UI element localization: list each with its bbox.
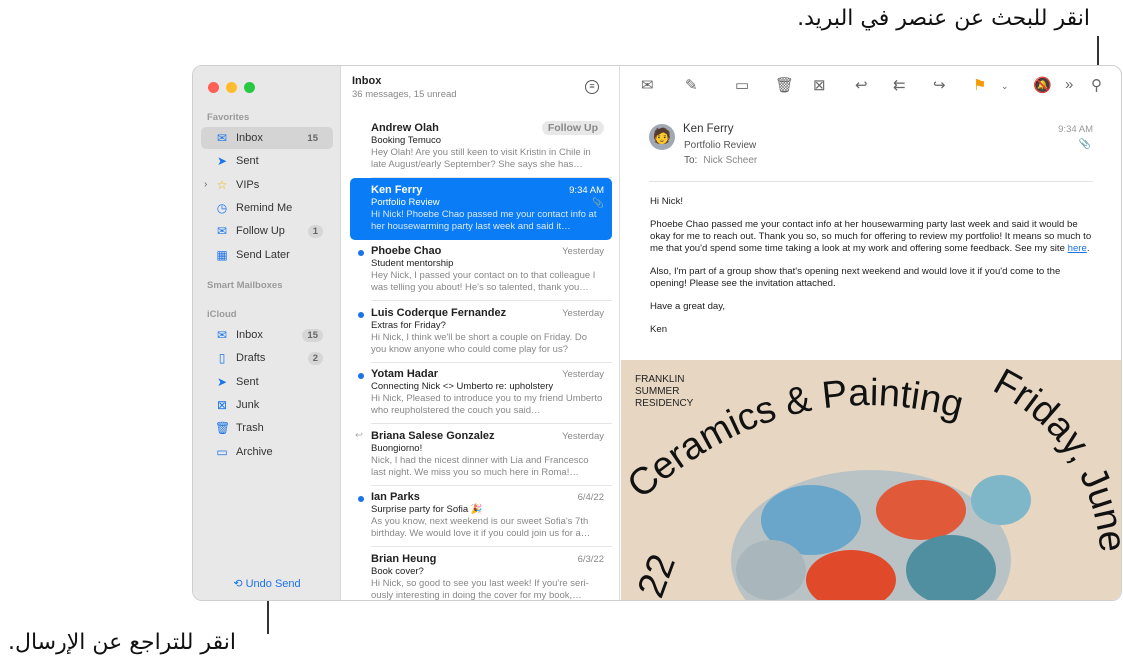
filter-icon[interactable]: ≡ bbox=[585, 80, 599, 94]
sidebar-item-sent[interactable]: ➤ Sent bbox=[201, 371, 333, 393]
mailbox-title: Inbox bbox=[352, 75, 382, 87]
flag-icon[interactable]: ⚑ bbox=[973, 76, 986, 94]
message-detail: ✉ ✎ ▭ 🗑 ⊠ ↩ ⇇ ↪ ⚑ ⌄ 🔕 » ⚲ 🧑 Ken Ferry Po… bbox=[621, 66, 1121, 600]
poster-number: 22 bbox=[630, 549, 684, 600]
archive-icon: ▭ bbox=[216, 444, 228, 459]
calendar-icon: ▦ bbox=[216, 247, 228, 262]
sidebar-item-junk[interactable]: ⊠ Junk bbox=[201, 394, 333, 416]
follow-up-icon: ✉ bbox=[216, 224, 228, 239]
zoom-button[interactable] bbox=[244, 82, 255, 93]
poster-line-2: SUMMER bbox=[635, 386, 679, 397]
reply-all-icon[interactable]: ⇇ bbox=[893, 76, 906, 94]
poster-date: Friday, June bbox=[987, 361, 1121, 554]
chevron-down-icon[interactable]: ⌄ bbox=[1001, 81, 1009, 92]
invitation-attachment[interactable]: FRANKLIN SUMMER RESIDENCY Ceramics & Pai… bbox=[621, 360, 1121, 600]
undo-send-button[interactable]: ⟲ Undo Send bbox=[193, 577, 341, 590]
sidebar-item-follow-up[interactable]: ✉ Follow Up 1 bbox=[201, 220, 333, 242]
sidebar-item-archive[interactable]: ▭ Archive bbox=[201, 441, 333, 463]
minimize-button[interactable] bbox=[226, 82, 237, 93]
unread-dot bbox=[358, 496, 364, 502]
trash-icon[interactable]: 🗑 bbox=[775, 76, 794, 94]
sidebar-item-send-later[interactable]: ▦ Send Later bbox=[201, 244, 333, 266]
chevron-right-icon[interactable]: › bbox=[204, 179, 207, 190]
sidebar-item-trash[interactable]: 🗑 Trash bbox=[201, 417, 333, 439]
replied-icon: ↩ bbox=[355, 429, 363, 441]
tray-icon: ✉ bbox=[216, 328, 228, 342]
message-body: Hi Nick! Phoebe Chao passed me your cont… bbox=[650, 196, 1092, 335]
compose-icon[interactable]: ✎ bbox=[685, 76, 698, 94]
search-icon[interactable]: ⚲ bbox=[1091, 76, 1102, 94]
envelope-icon[interactable]: ✉ bbox=[641, 76, 654, 94]
unread-dot bbox=[358, 311, 364, 318]
more-icon[interactable]: » bbox=[1065, 76, 1073, 93]
paperplane-icon: ➤ bbox=[216, 374, 228, 389]
sidebar-item-vips[interactable]: › ☆ VIPs bbox=[201, 174, 333, 196]
unread-dot bbox=[358, 373, 364, 379]
icloud-header: iCloud bbox=[207, 309, 237, 320]
sidebar-item-sent[interactable]: ➤ Sent bbox=[201, 150, 333, 172]
list-item[interactable]: Brian Heung 6/3/22 Book cover? Hi Nick, so … bbox=[350, 547, 612, 601]
message-time: 9:34 AM bbox=[1058, 124, 1093, 135]
smart-mailboxes-header[interactable]: Smart Mailboxes bbox=[207, 280, 283, 291]
mail-window: Favorites ✉ Inbox 15 ➤ Sent › ☆ VIPs ◷ Remind Me ✉… bbox=[192, 65, 1122, 601]
attachment-icon: 📎 bbox=[1078, 139, 1091, 150]
list-item[interactable]: Luis Coderque Fernandez Yesterday Extras f… bbox=[350, 301, 612, 363]
clock-icon: ◷ bbox=[216, 200, 228, 215]
list-item[interactable]: ↩ Briana Salese Gonzalez Yesterday Buongior… bbox=[350, 424, 612, 486]
favorites-header: Favorites bbox=[207, 112, 250, 123]
close-button[interactable] bbox=[208, 82, 219, 93]
star-icon: ☆ bbox=[216, 177, 228, 192]
bell-slash-icon[interactable]: 🔕 bbox=[1033, 76, 1052, 94]
search-callout: انقر للبحث عن عنصر في البريد. bbox=[797, 6, 1090, 31]
list-item[interactable]: Ken Ferry 9:34 AM 📎 Portfolio Review Hi Nick… bbox=[350, 177, 612, 240]
doc-icon: ▯ bbox=[218, 351, 226, 366]
unread-count: 2 bbox=[307, 351, 323, 365]
poster-line-1: FRANKLIN bbox=[635, 374, 684, 385]
list-item[interactable]: Yotam Hadar Yesterday Connecting Nick <> U… bbox=[350, 362, 612, 424]
poster-line-3: RESIDENCY bbox=[635, 398, 694, 409]
sidebar-item-remind-me[interactable]: ◷ Remind Me bbox=[201, 197, 333, 219]
junk-icon[interactable]: ⊠ bbox=[813, 76, 826, 94]
forward-icon[interactable]: ↪ bbox=[933, 76, 946, 94]
list-item[interactable]: Andrew Olah Follow Up Booking Temuco Hey Ol… bbox=[350, 116, 612, 178]
unread-dot bbox=[358, 250, 364, 256]
list-item[interactable]: Ian Parks 6/4/22 Surprise party for Sofia … bbox=[350, 485, 612, 547]
avatar: 🧑 bbox=[649, 124, 675, 150]
unread-count: 1 bbox=[307, 224, 323, 238]
sidebar: Favorites ✉ Inbox 15 ➤ Sent › ☆ VIPs ◷ Remind Me ✉… bbox=[193, 66, 341, 600]
paperplane-icon: ➤ bbox=[216, 154, 228, 169]
sidebar-item-drafts[interactable]: ▯ Drafts 2 bbox=[201, 347, 333, 369]
recipient-line: To: Nick Scheer bbox=[684, 155, 758, 166]
mailbox-subtitle: 36 messages, 15 unread bbox=[352, 89, 457, 100]
list-item[interactable]: Phoebe Chao Yesterday Student mentorship He… bbox=[350, 239, 612, 301]
svg-text:Friday, June: Friday, June bbox=[987, 361, 1121, 554]
undo-callout: انقر للتراجع عن الإرسال. bbox=[8, 630, 236, 655]
reply-icon[interactable]: ↩ bbox=[855, 76, 868, 94]
archive-icon[interactable]: ▭ bbox=[735, 76, 749, 94]
trash-icon: 🗑 bbox=[215, 421, 231, 436]
undo-icon: ⟲ bbox=[233, 578, 246, 590]
tray-icon: ✉ bbox=[216, 131, 228, 145]
site-link[interactable]: here bbox=[1068, 243, 1087, 254]
message-subject: Portfolio Review bbox=[684, 140, 757, 151]
follow-up-badge[interactable]: Follow Up bbox=[541, 121, 604, 135]
message-list: Inbox 36 messages, 15 unread ≡ Andrew Ola… bbox=[342, 66, 620, 600]
divider bbox=[649, 181, 1093, 182]
unread-count: 15 bbox=[302, 328, 323, 342]
junk-icon: ⊠ bbox=[216, 397, 228, 412]
attachment-icon: 📎 bbox=[592, 197, 604, 209]
sidebar-item-inbox[interactable]: ✉ Inbox 15 bbox=[201, 127, 333, 149]
sender-name: Ken Ferry bbox=[683, 123, 734, 135]
unread-count: 15 bbox=[307, 132, 318, 144]
sidebar-item-inbox[interactable]: ✉ Inbox 15 bbox=[201, 324, 333, 346]
